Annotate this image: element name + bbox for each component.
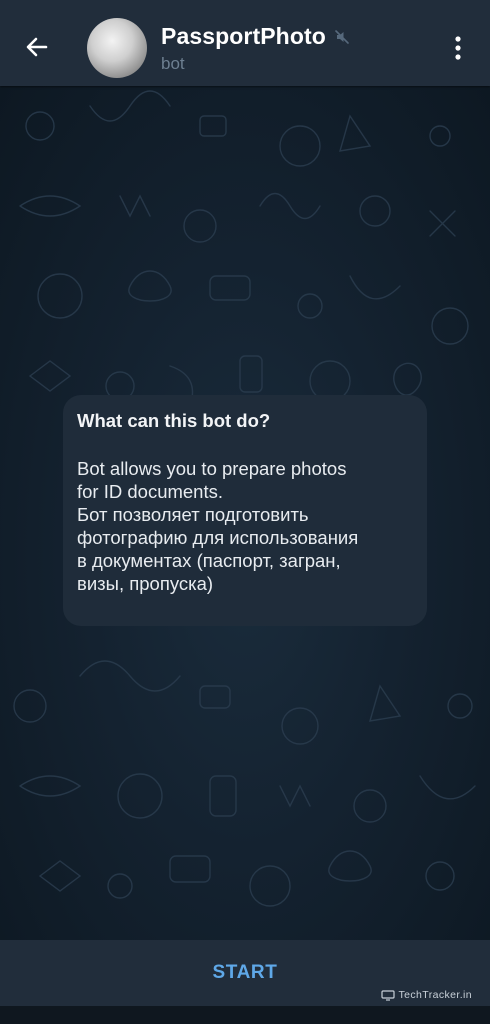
more-options-button[interactable] [440, 30, 476, 70]
monitor-icon [380, 989, 395, 1001]
chat-header: PassportPhoto bot [0, 0, 490, 86]
bot-avatar[interactable] [87, 18, 147, 78]
muted-speaker-icon [334, 29, 350, 45]
watermark: TechTracker.in [380, 989, 473, 1001]
chat-subtitle: bot [161, 54, 185, 73]
start-button[interactable]: START [183, 952, 308, 994]
system-nav-strip [0, 1006, 490, 1024]
bubble-title: What can this bot do? [77, 410, 271, 431]
bubble-description: Bot allows you to prepare photos for ID … [77, 458, 359, 594]
chat-title: PassportPhoto [161, 23, 326, 49]
vertical-dots-icon [454, 35, 462, 66]
bot-info-bubble: What can this bot do? Bot allows you to … [63, 395, 427, 626]
back-button[interactable] [14, 26, 60, 72]
arrow-left-icon [24, 34, 50, 65]
watermark-text: TechTracker.in [398, 989, 472, 1001]
title-row[interactable]: PassportPhoto [161, 23, 350, 50]
